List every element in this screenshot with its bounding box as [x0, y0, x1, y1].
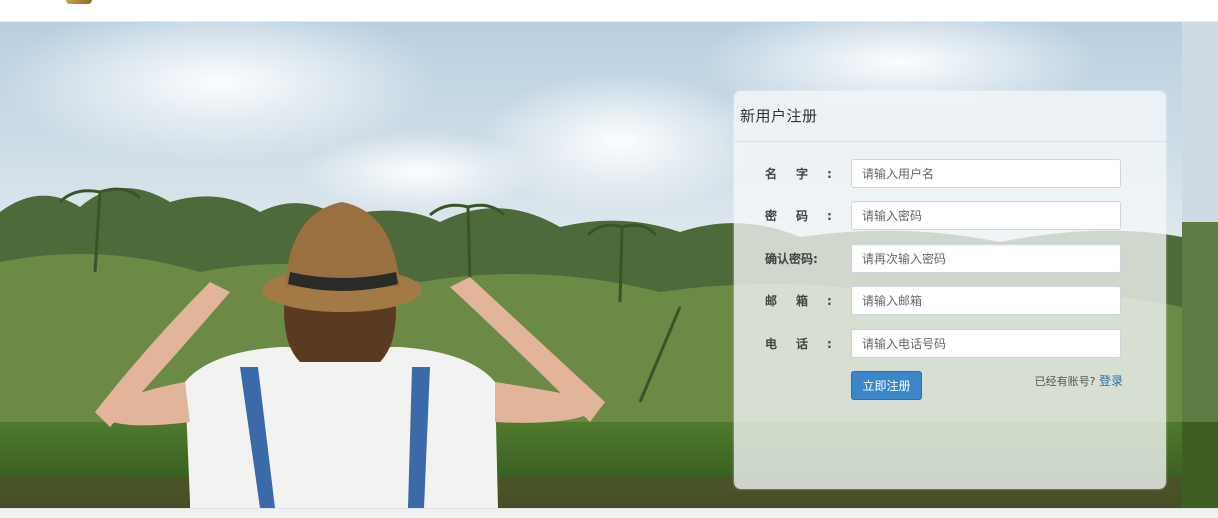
email-input[interactable]	[851, 286, 1121, 315]
password-input[interactable]	[851, 201, 1121, 230]
username-row: 名字:	[734, 159, 1166, 189]
confirm-password-input[interactable]	[851, 244, 1121, 273]
username-label: 名字:	[765, 167, 851, 181]
phone-input[interactable]	[851, 329, 1121, 358]
site-logo[interactable]	[66, 0, 92, 4]
background-edge	[1182, 22, 1218, 508]
register-button[interactable]: 立即注册	[851, 371, 922, 400]
register-title: 新用户注册	[740, 107, 818, 125]
confirm-password-row: 确认密码:	[734, 244, 1166, 274]
username-input[interactable]	[851, 159, 1121, 188]
register-panel: 新用户注册 名字: 密码: 确认密码: 邮箱: 电话: 立即注册 已经有账号? …	[734, 91, 1166, 489]
password-label: 密码:	[765, 209, 851, 223]
email-row: 邮箱:	[734, 286, 1166, 316]
login-link[interactable]: 登录	[1099, 374, 1123, 388]
email-label: 邮箱:	[765, 294, 851, 308]
login-prompt-text: 已经有账号?	[1034, 375, 1096, 388]
password-row: 密码:	[734, 201, 1166, 231]
phone-label: 电话:	[765, 337, 851, 351]
title-divider	[734, 141, 1166, 142]
login-hint: 已经有账号? 登录	[1035, 372, 1123, 389]
phone-row: 电话:	[734, 329, 1166, 359]
confirm-password-label: 确认密码:	[765, 252, 818, 266]
top-navbar	[0, 0, 1218, 22]
